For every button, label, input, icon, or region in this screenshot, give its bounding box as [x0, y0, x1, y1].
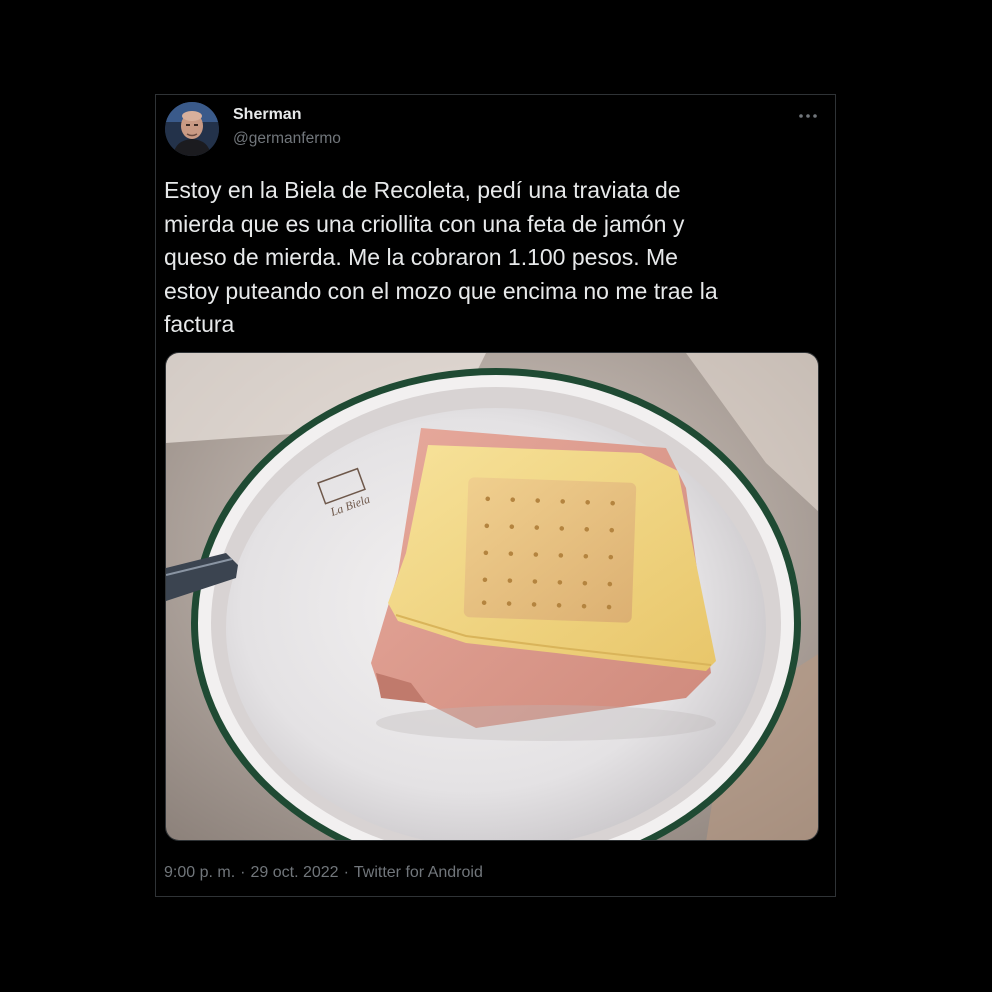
author-display-name[interactable]: Sherman	[233, 105, 301, 125]
tweet-meta: 9:00 p. m. · 29 oct. 2022 · Twitter for …	[164, 863, 483, 883]
food-photo-image: La Biela	[166, 353, 818, 840]
author-avatar[interactable]	[165, 102, 219, 156]
tweet-time[interactable]: 9:00 p. m.	[164, 863, 235, 883]
avatar-photo-icon	[165, 102, 219, 156]
tweet-text: Estoy en la Biela de Recoleta, pedí una …	[164, 177, 718, 337]
meta-separator: ·	[343, 864, 349, 881]
tweet-photo[interactable]: La Biela	[165, 352, 819, 841]
more-horizontal-icon	[799, 114, 817, 118]
author-handle[interactable]: @germanfermo	[233, 129, 341, 149]
tweet-card[interactable]: Sherman @germanfermo Estoy en la Biela d…	[155, 94, 836, 897]
tweet-date[interactable]: 29 oct. 2022	[250, 863, 338, 883]
tweet-source[interactable]: Twitter for Android	[354, 863, 483, 883]
meta-separator: ·	[240, 864, 246, 881]
more-options-button[interactable]	[795, 105, 821, 127]
